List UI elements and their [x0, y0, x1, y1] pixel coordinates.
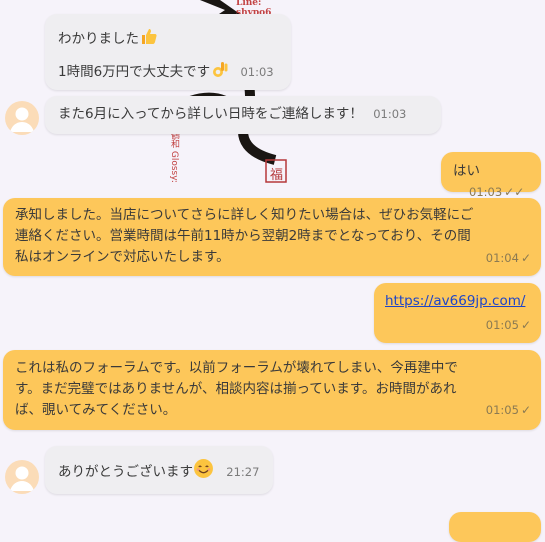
message-time: 21:27: [226, 465, 260, 479]
message-bubble-outgoing[interactable]: これは私のフォーラムです。以前フォーラムが壊れてしまい、今再建中で す。まだ完璧…: [3, 350, 541, 430]
message-bubble-outgoing-partial[interactable]: [449, 512, 541, 542]
contact-avatar[interactable]: [5, 101, 39, 135]
double-check-icon: ✓✓: [504, 185, 525, 199]
message-line: わかりました: [58, 26, 279, 53]
check-icon: ✓: [520, 251, 531, 265]
check-icon: ✓: [520, 318, 531, 332]
message-time: 01:03: [469, 185, 503, 199]
ok-hand-icon: [210, 59, 230, 86]
message-bubble-outgoing[interactable]: はい 01:03 ✓✓: [441, 152, 541, 199]
message-text: ありがとうございます: [58, 464, 193, 480]
message-line: 承知しました。当店についてさらに詳しく知りたい場合は、ぜひお気軽にご: [15, 207, 474, 223]
message-line: ば、覗いてみてください。: [15, 402, 177, 418]
message-bubble-outgoing[interactable]: 承知しました。当店についてさらに詳しく知りたい場合は、ぜひお気軽にご 連絡くださ…: [3, 198, 541, 276]
message-text: はい: [453, 163, 480, 179]
message-text: また6月に入ってから詳しい日時をご連絡します！: [58, 106, 363, 122]
message-time: 01:03: [240, 65, 274, 79]
message-line: 1時間6万円で大丈夫です 01:03: [58, 59, 279, 86]
message-line: これは私のフォーラムです。以前フォーラムが壊れてしまい、今再建中で: [15, 360, 458, 376]
message-time: 01:05: [485, 403, 519, 417]
message-line: す。まだ完璧ではありませんが、相談内容は揃っています。お時間があれ: [15, 381, 457, 397]
contact-avatar[interactable]: [5, 460, 39, 494]
message-line: 私はオンラインで対応いたします。: [15, 249, 230, 265]
message-link[interactable]: https://av669jp.com/: [385, 293, 525, 309]
message-bubble-incoming[interactable]: わかりました 1時間6万円で大丈夫です 01:03: [45, 14, 291, 90]
wallpaper-side-text: 鶴和 Glossy:: [169, 130, 179, 183]
smiling-face-icon: [193, 458, 214, 486]
message-bubble-outgoing[interactable]: https://av669jp.com/ 01:05 ✓: [374, 283, 541, 343]
message-time: 01:03: [373, 107, 407, 121]
message-line: 連絡ください。営業時間は午前11時から翌朝2時までとなっており、その間: [15, 228, 471, 244]
check-icon: ✓: [520, 403, 531, 417]
thumbs-up-icon: [139, 26, 159, 53]
message-bubble-incoming[interactable]: また6月に入ってから詳しい日時をご連絡します！ 01:03: [45, 96, 441, 134]
message-bubble-incoming[interactable]: ありがとうございます 21:27: [45, 446, 273, 494]
wallpaper-stamp: 福: [270, 168, 284, 183]
message-time: 01:04: [485, 251, 519, 265]
message-time: 01:05: [485, 318, 519, 332]
